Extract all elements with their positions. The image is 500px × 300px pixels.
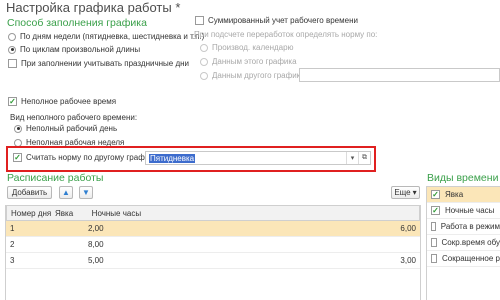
fill-by-weekdays-label: По дням недели (пятидневка, шестидневка …: [20, 32, 205, 41]
norm-other-label: Считать норму по другому графику:: [26, 153, 160, 162]
part-time-checkbox[interactable]: ✓: [8, 97, 17, 106]
row-attendance: 8,00: [87, 240, 104, 249]
move-down-icon[interactable]: ▼: [79, 186, 93, 199]
time-type-label: Явка: [445, 190, 464, 199]
norm-by-other-schedule-label: Данным другого графика: [212, 71, 305, 80]
row-hours: 3,00: [400, 256, 416, 265]
chevron-down-icon[interactable]: ▾: [346, 152, 358, 164]
table-row[interactable]: 3 5,00 3,00: [6, 253, 420, 269]
norm-by-this-schedule-option[interactable]: Данным этого графика: [200, 57, 297, 66]
holidays-checkbox[interactable]: [8, 59, 17, 68]
add-button[interactable]: Добавить: [7, 186, 52, 199]
column-header-night-hours[interactable]: Ночные часы: [88, 206, 419, 220]
list-item[interactable]: Сокр.время обу: [427, 235, 500, 251]
window-title: Настройка графика работы *: [6, 0, 181, 15]
row-day: 2: [10, 240, 15, 249]
time-types-list[interactable]: ✓ Явка ✓ Ночные часы Работа в режим Сокр…: [426, 186, 500, 300]
holidays-label: При заполнении учитывать праздничные дни: [21, 59, 190, 68]
row-day: 1: [10, 224, 15, 233]
holidays-option[interactable]: При заполнении учитывать праздничные дни: [8, 59, 189, 68]
row-attendance: 5,00: [87, 256, 104, 265]
schedule-table[interactable]: Номер дня Явка Ночные часы 1 2,00 6,00 2…: [5, 205, 421, 300]
norm-caption: При подсчете переработок определять норм…: [194, 30, 378, 39]
row-attendance: 2,00: [87, 224, 104, 233]
table-row[interactable]: 1 2,00 6,00: [6, 221, 420, 237]
other-schedule-field[interactable]: [299, 68, 500, 82]
column-header-day[interactable]: Номер дня: [7, 206, 51, 220]
list-item[interactable]: ✓ Явка: [427, 187, 500, 203]
part-time-type-caption: Вид неполного рабочего времени:: [10, 113, 138, 122]
chevron-down-icon: ▾: [412, 188, 417, 197]
fill-by-cycles-radio[interactable]: [8, 45, 16, 54]
part-time-day-option[interactable]: Неполный рабочий день: [14, 124, 117, 133]
time-type-checkbox[interactable]: [431, 254, 438, 263]
time-types-title: Виды времени: [427, 172, 499, 184]
summarized-label: Суммированный учет рабочего времени: [208, 16, 358, 25]
norm-by-other-schedule-radio[interactable]: [200, 71, 208, 80]
list-item[interactable]: Работа в режим: [427, 219, 500, 235]
move-up-icon[interactable]: ▲: [59, 186, 73, 199]
time-type-checkbox[interactable]: [431, 238, 437, 247]
fill-by-cycles-label: По циклам произвольной длины: [20, 45, 141, 54]
time-type-checkbox[interactable]: ✓: [431, 190, 440, 199]
row-day: 3: [10, 256, 15, 265]
time-type-label: Работа в режим: [440, 222, 500, 231]
norm-by-calendar-label: Производ. календарю: [212, 43, 294, 52]
row-hours: [108, 237, 420, 252]
norm-other-checkbox[interactable]: ✓: [13, 153, 22, 162]
norm-other-option[interactable]: ✓ Считать норму по другому графику:: [13, 153, 159, 162]
fill-by-weekdays-option[interactable]: По дням недели (пятидневка, шестидневка …: [8, 32, 204, 41]
norm-by-other-schedule-option[interactable]: Данным другого графика: [200, 71, 305, 80]
time-type-label: Сокр.время обу: [441, 238, 500, 247]
more-button[interactable]: Еще ▾: [391, 186, 420, 199]
part-time-option[interactable]: ✓ Неполное рабочее время: [8, 97, 116, 106]
norm-by-this-schedule-label: Данным этого графика: [212, 57, 297, 66]
fill-method-title: Способ заполнения графика: [7, 17, 147, 29]
time-type-label: Ночные часы: [445, 206, 495, 215]
time-type-checkbox[interactable]: ✓: [431, 206, 440, 215]
norm-other-schedule-combo[interactable]: Пятидневка ▾ ⧉: [145, 151, 371, 165]
fill-by-weekdays-radio[interactable]: [8, 32, 16, 41]
part-time-day-radio[interactable]: [14, 124, 22, 133]
part-time-day-label: Неполный рабочий день: [26, 124, 118, 133]
part-time-label: Неполное рабочее время: [21, 97, 117, 106]
open-link-icon[interactable]: ⧉: [358, 152, 370, 164]
column-header-attendance[interactable]: Явка: [51, 206, 88, 220]
schedule-title: Расписание работы: [7, 172, 104, 184]
list-item[interactable]: ✓ Ночные часы: [427, 203, 500, 219]
schedule-table-header: Номер дня Явка Ночные часы: [6, 205, 420, 221]
norm-by-this-schedule-radio[interactable]: [200, 57, 208, 66]
norm-by-calendar-option[interactable]: Производ. календарю: [200, 43, 294, 52]
list-item[interactable]: Сокращенное р: [427, 251, 500, 267]
fill-by-cycles-option[interactable]: По циклам произвольной длины: [8, 45, 140, 54]
summarized-checkbox[interactable]: [195, 16, 204, 25]
row-hours: 6,00: [400, 224, 416, 233]
summarized-option[interactable]: Суммированный учет рабочего времени: [195, 16, 358, 25]
time-type-checkbox[interactable]: [431, 222, 436, 231]
more-button-label: Еще: [394, 188, 411, 197]
time-type-label: Сокращенное р: [442, 254, 500, 263]
table-row[interactable]: 2 8,00: [6, 237, 420, 253]
norm-by-calendar-radio[interactable]: [200, 43, 208, 52]
norm-other-schedule-value[interactable]: Пятидневка: [146, 152, 346, 164]
